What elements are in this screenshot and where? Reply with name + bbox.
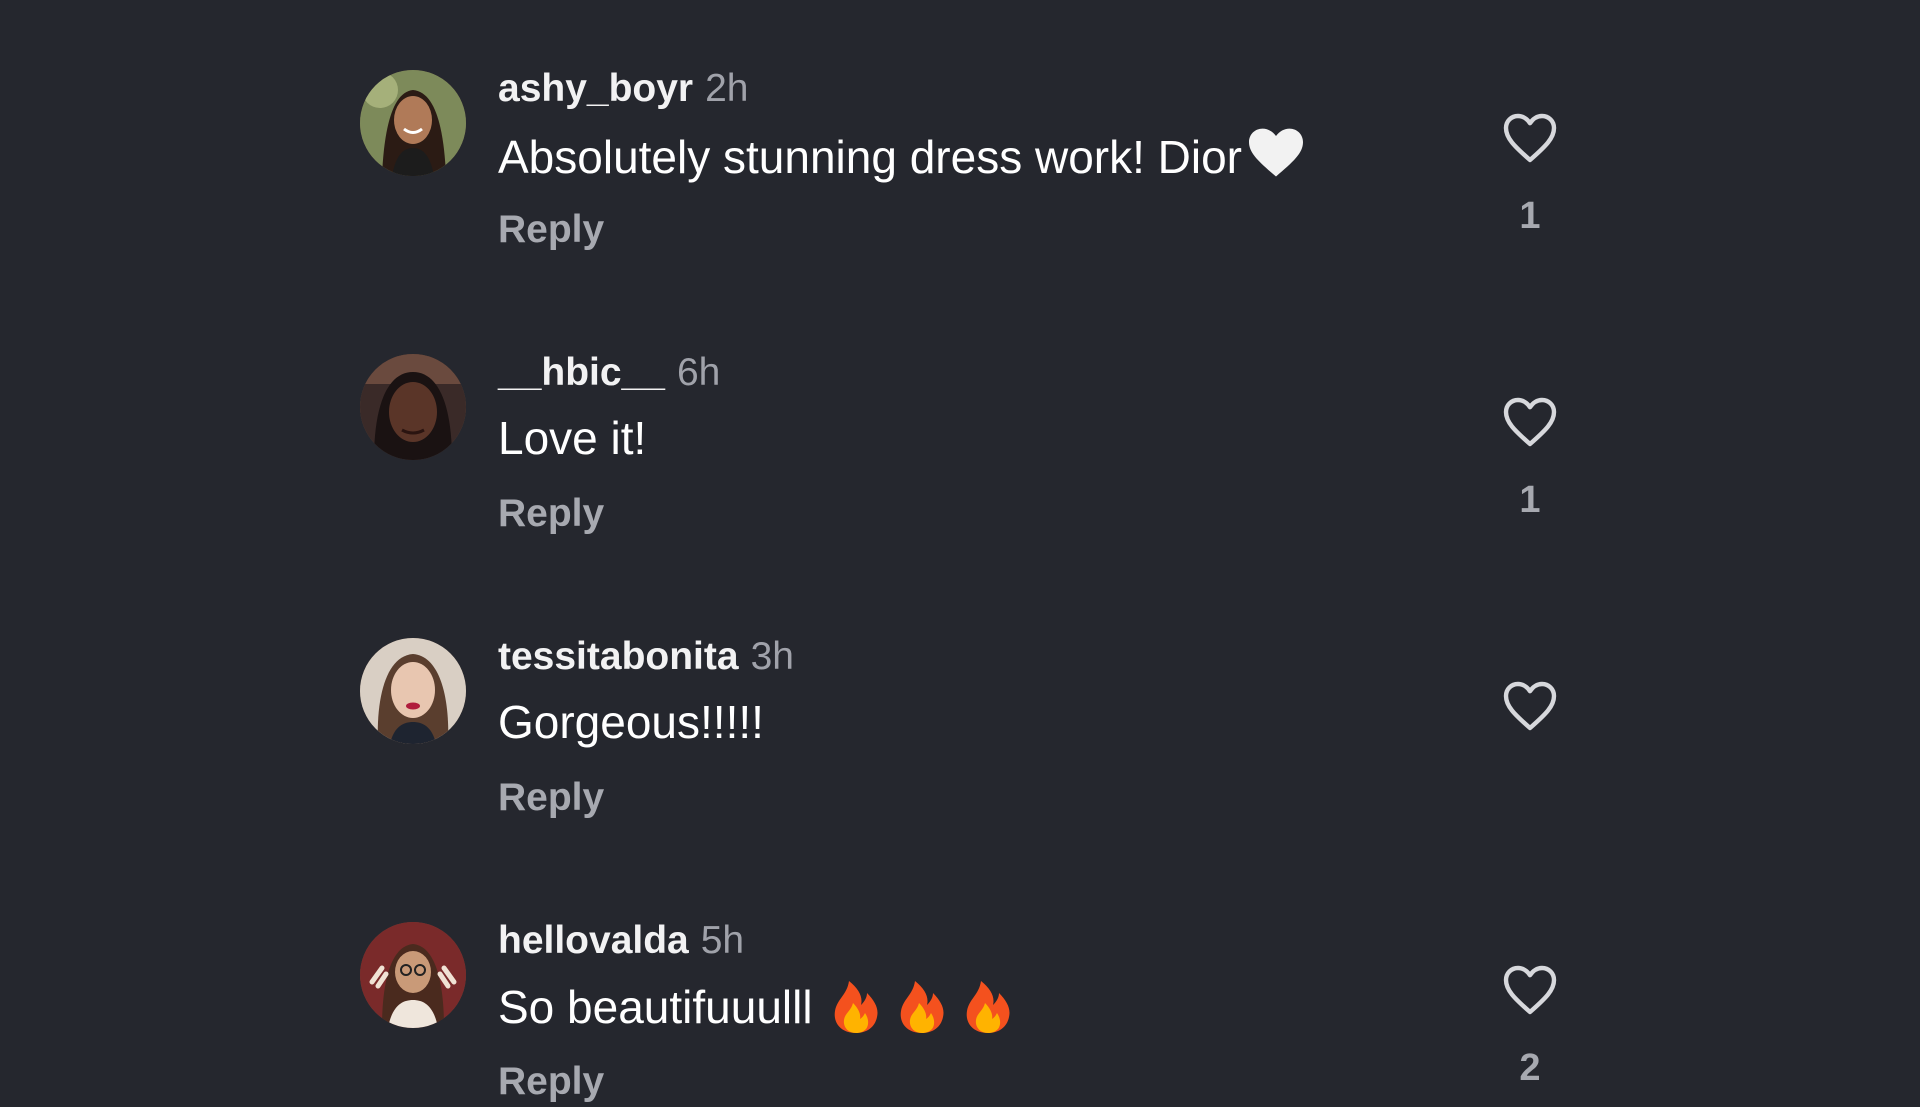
comment-item: ashy_boyr 2h Absolutely stunning dress wo… [0, 0, 1920, 251]
timestamp: 5h [700, 919, 745, 962]
like-count: 2 [1519, 1047, 1541, 1089]
white-heart-icon [1246, 125, 1306, 192]
avatar[interactable] [360, 354, 466, 460]
comment-header: tessitabonita 3h [498, 632, 794, 682]
heart-outline-icon [1503, 113, 1557, 163]
comment-list: ashy_boyr 2h Absolutely stunning dress wo… [0, 0, 1920, 1103]
username[interactable]: tessitabonita [498, 635, 739, 678]
like-button[interactable] [1502, 112, 1558, 164]
like-button[interactable] [1502, 680, 1558, 732]
like-count: 1 [1519, 195, 1541, 237]
fire-icon [961, 977, 1015, 1035]
reply-button[interactable]: Reply [498, 489, 604, 539]
fire-icon [829, 977, 883, 1035]
comment-body: Gorgeous!!!!! [498, 696, 764, 748]
like-button[interactable] [1502, 964, 1558, 1016]
avatar[interactable] [360, 70, 466, 176]
reply-button[interactable]: Reply [498, 773, 604, 823]
reply-button[interactable]: Reply [498, 205, 604, 255]
avatar[interactable] [360, 638, 466, 744]
avatar[interactable] [360, 922, 466, 1028]
reply-button[interactable]: Reply [498, 1057, 604, 1107]
comment-text: Absolutely stunning dress work! Dior [498, 125, 1306, 192]
fire-icon [895, 977, 949, 1035]
like-count: 1 [1519, 479, 1541, 521]
comment-body: So beautifuuulll [498, 981, 813, 1033]
heart-outline-icon [1503, 681, 1557, 731]
username[interactable]: __hbic__ [498, 351, 665, 394]
comment-item: tessitabonita 3h Gorgeous!!!!! Reply [0, 568, 1920, 819]
comment-header: ashy_boyr 2h [498, 64, 749, 114]
timestamp: 6h [676, 351, 721, 394]
timestamp: 3h [750, 635, 794, 678]
comment-item: __hbic__ 6h Love it! Reply 1 [0, 284, 1920, 535]
comment-header: __hbic__ 6h [498, 348, 720, 398]
comment-body: Love it! [498, 412, 647, 464]
comment-text: Gorgeous!!!!! [498, 693, 764, 751]
heart-outline-icon [1503, 965, 1557, 1015]
timestamp: 2h [705, 67, 749, 110]
like-button[interactable] [1502, 396, 1558, 448]
comment-body: Absolutely stunning dress work! Dior [498, 131, 1242, 183]
comment-header: hellovalda 5h [498, 916, 744, 966]
username[interactable]: hellovalda [498, 919, 689, 962]
heart-outline-icon [1503, 397, 1557, 447]
fire-emoji-group [829, 977, 1027, 1036]
comment-text: Love it! [498, 409, 646, 467]
username[interactable]: ashy_boyr [498, 67, 693, 110]
comment-item: hellovalda 5h So beautifuuulll Reply 2 [0, 852, 1920, 1103]
comment-text: So beautifuuulll [498, 977, 1027, 1036]
